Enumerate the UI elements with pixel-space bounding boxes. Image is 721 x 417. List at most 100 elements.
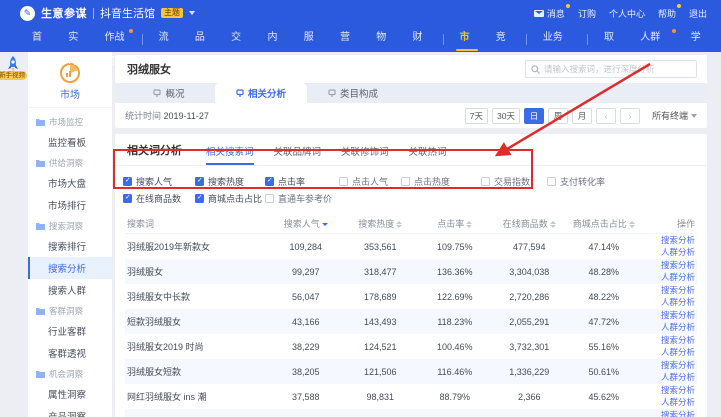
- nav-item-war-room[interactable]: 作战室: [95, 26, 136, 52]
- nav-item-logistics[interactable]: 物流: [366, 26, 400, 52]
- cell-search-word: 羽绒服女2019 时尚: [125, 340, 269, 353]
- cell-search-popularity: 38,205: [269, 367, 344, 377]
- crowd-analysis-link[interactable]: 人群分析: [661, 297, 695, 308]
- tab-category-composition[interactable]: 类目构成: [307, 83, 399, 103]
- nav-item-category[interactable]: 品类: [185, 26, 219, 52]
- keyword-search-box[interactable]: [525, 60, 697, 78]
- col-online-products[interactable]: 在线商品数: [492, 217, 567, 230]
- table-row[interactable]: 羽绒服女短款 38,205 121,506 116.46% 1,336,229 …: [125, 359, 697, 384]
- tab-related-modifier-words[interactable]: 关联修饰词: [341, 144, 389, 165]
- search-analysis-link[interactable]: 搜索分析: [661, 335, 695, 346]
- tab-related-hot-words[interactable]: 关联热词: [409, 144, 447, 165]
- nav-item-home[interactable]: 首页: [22, 26, 56, 52]
- sidebar-item-monitor-board[interactable]: 监控看板: [28, 131, 112, 153]
- nav-item-content[interactable]: 内容: [257, 26, 291, 52]
- sidebar-item-market-ranking[interactable]: 市场排行: [28, 194, 112, 216]
- metric-click-popularity[interactable]: 点击人气: [339, 175, 401, 188]
- col-search-heat[interactable]: 搜索热度: [343, 217, 418, 230]
- col-click-rate[interactable]: 点击率: [418, 217, 493, 230]
- help-link[interactable]: 帮助: [658, 7, 676, 20]
- nav-item-competition[interactable]: 竞争: [486, 26, 520, 52]
- nav-item-finance[interactable]: 财务: [403, 26, 437, 52]
- nav-item-trade[interactable]: 交易: [221, 26, 255, 52]
- search-analysis-link[interactable]: 搜索分析: [661, 285, 695, 296]
- subscribe-link[interactable]: 订购: [578, 7, 596, 20]
- table-row[interactable]: 羽绒服女中长款 56,047 178,689 122.69% 2,720,286…: [125, 284, 697, 309]
- search-analysis-link[interactable]: 搜索分析: [661, 310, 695, 321]
- sidebar-item-search-analysis[interactable]: 搜索分析: [28, 257, 112, 279]
- metric-trade-index[interactable]: 交易指数: [481, 175, 547, 188]
- tutorial-video-badge[interactable]: 新手视频: [0, 71, 27, 80]
- nav-item-crowd-management[interactable]: 人群管理: [630, 26, 679, 52]
- table-row[interactable]: 羽绒服女 99,297 318,477 136.36% 3,304,038 48…: [125, 259, 697, 284]
- table-row[interactable]: 羽绒服外套女 34,572 68,585 87.53% 1,011 46.19%…: [125, 409, 697, 417]
- sidebar-item-attribute-insight[interactable]: 属性洞察: [28, 383, 112, 405]
- col-search-popularity[interactable]: 搜索人气: [269, 217, 344, 230]
- range-30d-button[interactable]: 30天: [492, 108, 520, 124]
- crowd-analysis-link[interactable]: 人群分析: [661, 272, 695, 283]
- table-row[interactable]: 羽绒服女2019 时尚 38,229 124,521 100.46% 3,732…: [125, 334, 697, 359]
- account-center-link[interactable]: 个人中心: [609, 7, 645, 20]
- metric-mall-click-share[interactable]: 商城点击占比: [195, 192, 265, 205]
- crowd-analysis-link[interactable]: 人群分析: [661, 247, 695, 258]
- sidebar-item-search-ranking[interactable]: 搜索排行: [28, 235, 112, 257]
- nav-item-service[interactable]: 服务: [294, 26, 328, 52]
- terminal-dropdown[interactable]: 所有终端: [652, 109, 697, 122]
- chevron-down-icon: [691, 114, 697, 118]
- nav-item-traffic[interactable]: 流量: [149, 26, 183, 52]
- nav-item-business-zone[interactable]: 业务专区: [533, 26, 582, 52]
- metric-search-popularity[interactable]: 搜索人气: [123, 175, 195, 188]
- tab-related-analysis[interactable]: 相关分析: [215, 83, 307, 103]
- messages-link[interactable]: 消息: [534, 7, 565, 20]
- range-7d-button[interactable]: 7天: [465, 108, 488, 124]
- prev-date-button[interactable]: ‹: [596, 108, 616, 124]
- search-analysis-link[interactable]: 搜索分析: [661, 410, 695, 417]
- chevron-down-icon[interactable]: [189, 11, 195, 15]
- metric-click-heat[interactable]: 点击热度: [401, 175, 481, 188]
- tab-related-search-words[interactable]: 相关搜索词: [206, 144, 254, 165]
- metric-payment-conversion[interactable]: 支付转化率: [547, 175, 627, 188]
- sidebar-item-search-crowd[interactable]: 搜索人群: [28, 279, 112, 301]
- unit-day-button[interactable]: 日: [524, 108, 544, 124]
- metric-click-rate[interactable]: 点击率: [265, 175, 339, 188]
- nav-item-realtime[interactable]: 实时: [58, 26, 92, 52]
- tab-related-brand-words[interactable]: 关联品牌词: [274, 144, 322, 165]
- search-analysis-link[interactable]: 搜索分析: [661, 235, 695, 246]
- table-row[interactable]: 羽绒服2019年新款女 109,284 353,561 109.75% 477,…: [125, 234, 697, 259]
- tab-overview[interactable]: 概况: [123, 83, 215, 103]
- cell-online-products: 477,594: [492, 242, 567, 252]
- unit-month-button[interactable]: 月: [572, 108, 592, 124]
- sidebar-item-market-overview[interactable]: 市场大盘: [28, 172, 112, 194]
- table-row[interactable]: 网红羽绒服女 ins 潮 37,588 98,831 88.79% 2,366 …: [125, 384, 697, 409]
- search-analysis-link[interactable]: 搜索分析: [661, 260, 695, 271]
- search-analysis-link[interactable]: 搜索分析: [661, 360, 695, 371]
- main-nav: 首页 实时 作战室 流量 品类 交易 内容 服务 营销 物流 财务 市场 竞争 …: [0, 26, 721, 52]
- col-mall-click-share[interactable]: 商城点击占比: [567, 217, 642, 230]
- metric-ztc-reference-price[interactable]: 直通车参考价: [265, 192, 339, 205]
- crowd-analysis-link[interactable]: 人群分析: [661, 347, 695, 358]
- crowd-analysis-link[interactable]: 人群分析: [661, 372, 695, 383]
- nav-item-market[interactable]: 市场: [449, 26, 483, 52]
- crowd-analysis-link[interactable]: 人群分析: [661, 397, 695, 408]
- unit-week-button[interactable]: 周: [548, 108, 568, 124]
- sidebar-item-industry-customers[interactable]: 行业客群: [28, 320, 112, 342]
- nav-item-academy[interactable]: 学院: [681, 26, 715, 52]
- crowd-analysis-link[interactable]: 人群分析: [661, 322, 695, 333]
- col-search-word[interactable]: 搜索词: [125, 217, 269, 230]
- cell-search-popularity: 43,166: [269, 317, 344, 327]
- sidebar-group-market-monitor: 市场监控: [28, 112, 112, 131]
- next-date-button[interactable]: ›: [620, 108, 640, 124]
- search-analysis-link[interactable]: 搜索分析: [661, 385, 695, 396]
- search-input[interactable]: [544, 64, 691, 74]
- sidebar-item-product-insight[interactable]: 产品洞察: [28, 405, 112, 417]
- logout-link[interactable]: 退出: [689, 7, 707, 20]
- cell-click-rate: 116.46%: [418, 367, 493, 377]
- metric-online-products[interactable]: 在线商品数: [123, 192, 195, 205]
- nav-item-marketing[interactable]: 营销: [330, 26, 364, 52]
- nav-item-data-fetch[interactable]: 取数: [594, 26, 628, 52]
- cell-click-rate: 122.69%: [418, 292, 493, 302]
- folder-icon: [36, 118, 45, 126]
- sidebar-item-customer-perspective[interactable]: 客群透视: [28, 342, 112, 364]
- table-row[interactable]: 短款羽绒服女 43,166 143,493 118.23% 2,055,291 …: [125, 309, 697, 334]
- metric-search-heat[interactable]: 搜索热度: [195, 175, 265, 188]
